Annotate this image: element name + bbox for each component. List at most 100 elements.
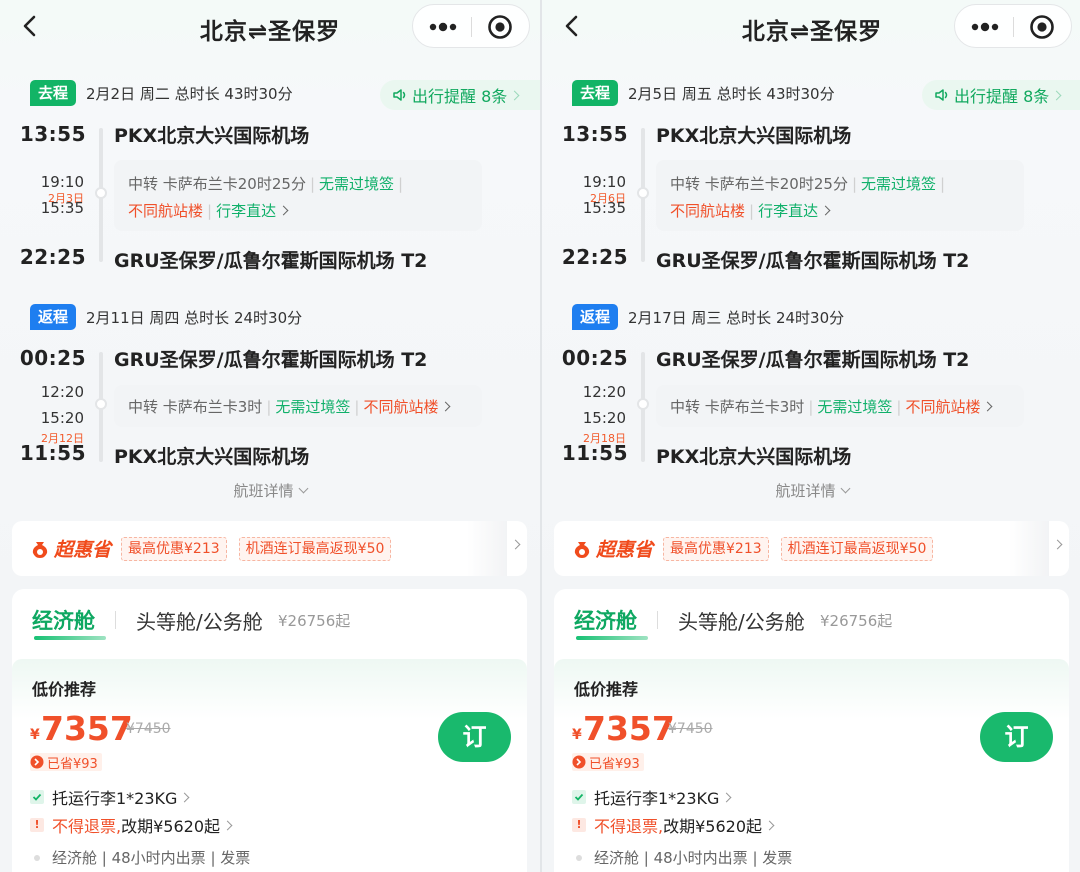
flight-details-link[interactable]: 航班详情 [542, 480, 1080, 501]
feature-ticketing-text: 经济舱 | 48小时内出票 | 发票 [594, 849, 793, 867]
outbound-transfer-box[interactable]: 中转 卡萨布兰卡20时25分 | 无需过境签 | 不同航站楼 | 行李直达 [656, 160, 1024, 231]
promo-banner[interactable]: 超惠省 最高优惠¥213 机酒连订最高返现¥50 [554, 521, 1069, 576]
feature-refund[interactable]: ! 不得退票, 改期¥5620起 [572, 813, 775, 837]
outbound-transfer-depart: 15:35 [582, 199, 626, 217]
feature-change-fee: 改期¥5620起 [663, 817, 762, 836]
transfer-tag-baggage: 行李直达 [216, 202, 277, 220]
flight-details-label: 航班详情 [775, 482, 836, 500]
flight-details-link[interactable]: 航班详情 [0, 480, 540, 501]
inbound-transfer-depart: 15:20 [582, 409, 626, 427]
outbound-transfer-depart: 15:35 [40, 199, 84, 217]
fare-card[interactable]: 低价推荐 ¥ 7357 ¥7450 已省¥93 订 托运行李1*23KG ! 不… [12, 659, 527, 872]
mini-program-capsule [412, 4, 530, 48]
inbound-transfer-dot [637, 398, 649, 410]
chevron-right-icon [983, 401, 993, 412]
price-currency: ¥ [572, 727, 582, 743]
outbound-header: 去程 2月5日 周五 总时长 43时30分 [572, 80, 835, 106]
inbound-info: 2月17日 周三 总时长 24时30分 [628, 308, 845, 327]
fare-card-tag: 低价推荐 [574, 680, 639, 699]
feature-baggage[interactable]: 托运行李1*23KG [572, 785, 732, 809]
mini-program-close-icon[interactable] [1029, 14, 1055, 40]
transfer-tag-visa: 无需过境签 [817, 398, 893, 416]
saved-text: 已省¥93 [47, 756, 98, 772]
fare-original-price: ¥7450 [126, 721, 171, 737]
check-icon [572, 790, 586, 804]
screenshot-panel-right: 北京⇌圣保罗 去程 2月5日 周五 总时长 43时30分 出行提醒 8条 13:… [542, 0, 1080, 872]
promo-fade [1009, 521, 1049, 576]
bullet-dot [576, 854, 582, 861]
chevron-right-icon [441, 401, 451, 412]
feature-baggage-text: 托运行李1*23KG [594, 789, 720, 808]
fare-price: 7357 [583, 709, 675, 748]
inbound-transfer-box[interactable]: 中转 卡萨布兰卡3时 | 无需过境签 | 不同航站楼 [656, 385, 1024, 427]
inbound-header: 返程 2月11日 周四 总时长 24时30分 [30, 304, 302, 330]
inbound-transfer-depart: 15:20 [40, 409, 84, 427]
inbound-transfer-box[interactable]: 中转 卡萨布兰卡3时 | 无需过境签 | 不同航站楼 [114, 385, 482, 427]
promo-banner[interactable]: 超惠省 最高优惠¥213 机酒连订最高返现¥50 [12, 521, 527, 576]
fare-card-tag: 低价推荐 [32, 680, 97, 699]
tab-divider [657, 611, 658, 629]
book-button[interactable]: 订 [980, 712, 1053, 762]
saving-icon [30, 755, 44, 769]
feature-ticketing: 经济舱 | 48小时内出票 | 发票 [30, 847, 250, 868]
outbound-transfer-box[interactable]: 中转 卡萨布兰卡20时25分 | 无需过境签 | 不同航站楼 | 行李直达 [114, 160, 482, 231]
tab-first-price: ¥26756起 [820, 612, 893, 630]
tab-first-business[interactable]: 头等舱/公务舱 [678, 606, 805, 635]
inbound-arrive-time: 11:55 [19, 441, 86, 465]
coin-icon [32, 541, 48, 558]
speaker-icon [393, 89, 406, 101]
transfer-tag-terminal: 不同航站楼 [905, 398, 981, 416]
inbound-depart-airport: GRU圣保罗/瓜鲁尔霍斯国际机场 T2 [114, 349, 428, 371]
outbound-arrive-airport: GRU圣保罗/瓜鲁尔霍斯国际机场 T2 [656, 250, 970, 272]
feature-ticketing-text: 经济舱 | 48小时内出票 | 发票 [52, 849, 251, 867]
travel-reminder-button[interactable]: 出行提醒 8条 [380, 80, 540, 110]
inbound-depart-airport: GRU圣保罗/瓜鲁尔霍斯国际机场 T2 [656, 349, 970, 371]
feature-baggage[interactable]: 托运行李1*23KG [30, 785, 190, 809]
travel-reminder-button[interactable]: 出行提醒 8条 [922, 80, 1080, 110]
transfer-info: 中转 卡萨布兰卡20时25分 [128, 175, 306, 193]
tab-economy[interactable]: 经济舱 [574, 605, 637, 635]
check-icon [30, 790, 44, 804]
coin-icon [574, 541, 590, 558]
transfer-tag-visa: 无需过境签 [275, 398, 351, 416]
transfer-info: 中转 卡萨布兰卡3时 [128, 398, 263, 416]
transfer-tag-visa: 无需过境签 [861, 175, 937, 193]
outbound-transfer-dot [637, 187, 649, 199]
inbound-arrive-airport: PKX北京大兴国际机场 [656, 446, 852, 468]
inbound-arrive-airport: PKX北京大兴国际机场 [114, 446, 310, 468]
promo-logo: 超惠省 [30, 535, 111, 562]
outbound-info: 2月2日 周二 总时长 43时30分 [86, 84, 293, 103]
chevron-right-icon [179, 792, 190, 802]
outbound-tag: 去程 [572, 80, 619, 106]
tab-first-business[interactable]: 头等舱/公务舱 [136, 606, 263, 635]
more-dots-icon[interactable] [427, 15, 459, 39]
outbound-arrive-airport: GRU圣保罗/瓜鲁尔霍斯国际机场 T2 [114, 250, 428, 272]
more-dots-icon[interactable] [969, 15, 1001, 39]
chevron-right-icon [721, 792, 732, 802]
inbound-transfer-dot [95, 398, 107, 410]
inbound-tag: 返程 [30, 304, 77, 330]
tab-divider [115, 611, 116, 629]
book-button[interactable]: 订 [438, 712, 511, 762]
inbound-header: 返程 2月17日 周三 总时长 24时30分 [572, 304, 844, 330]
chevron-right-icon [764, 820, 775, 830]
feature-refund[interactable]: ! 不得退票, 改期¥5620起 [30, 813, 233, 837]
coupon-max-discount: 最高优惠¥213 [663, 536, 769, 561]
outbound-transfer-arrive: 19:10 [582, 173, 626, 191]
inbound-tag: 返程 [572, 304, 619, 330]
transfer-tag-terminal: 不同航站楼 [670, 202, 746, 220]
outbound-depart-airport: PKX北京大兴国际机场 [114, 125, 310, 147]
outbound-header: 去程 2月2日 周二 总时长 43时30分 [30, 80, 293, 106]
capsule-divider [471, 17, 472, 37]
tab-economy[interactable]: 经济舱 [32, 605, 95, 635]
exclamation-icon: ! [572, 818, 586, 832]
mini-program-close-icon[interactable] [487, 14, 513, 40]
coupon-cashback: 机酒连订最高返现¥50 [780, 536, 934, 561]
feature-baggage-text: 托运行李1*23KG [52, 789, 178, 808]
tab-first-price: ¥26756起 [278, 612, 351, 630]
tab-economy-underline [576, 636, 648, 640]
chevron-down-icon [840, 483, 850, 494]
fare-price: 7357 [41, 709, 133, 748]
fare-card[interactable]: 低价推荐 ¥ 7357 ¥7450 已省¥93 订 托运行李1*23KG ! 不… [554, 659, 1069, 872]
feature-refund-red: 不得退票, [594, 817, 664, 836]
